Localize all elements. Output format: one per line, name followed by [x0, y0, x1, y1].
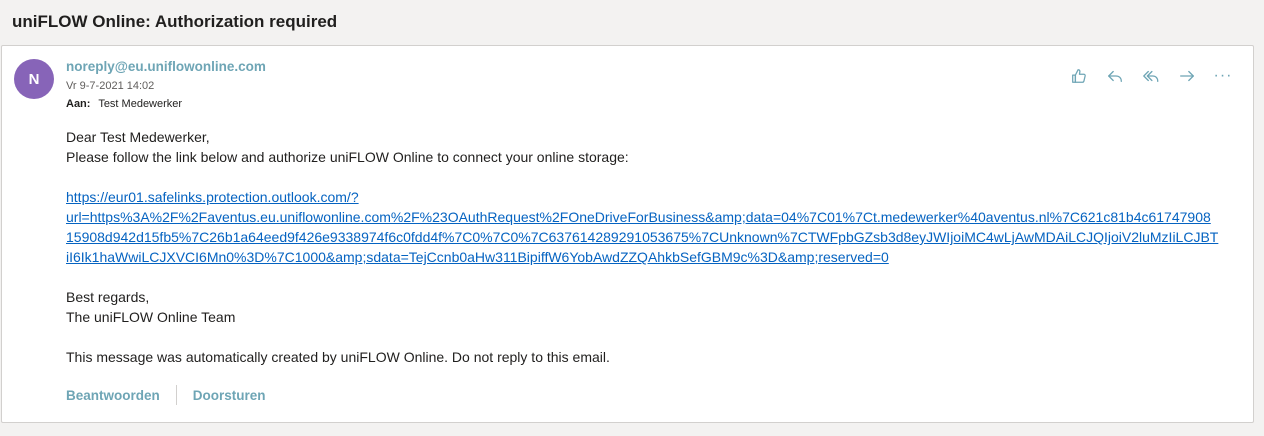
sender-address[interactable]: noreply@eu.uniflowonline.com [66, 59, 266, 74]
greeting-text: Dear Test Medewerker, [66, 129, 210, 145]
thumbs-up-icon[interactable] [1069, 66, 1089, 86]
closing-text: Best regards, [66, 289, 150, 305]
intro-text: Please follow the link below and authori… [66, 149, 629, 165]
notice-text: This message was automatically created b… [66, 349, 610, 365]
link-line: 15908d942d15fb5%7C26b1a64eed9f426e933897… [66, 229, 1219, 245]
reply-all-icon[interactable] [1141, 66, 1161, 86]
sender-avatar[interactable]: N [14, 59, 54, 99]
recipient-label: Aan: [66, 98, 91, 110]
link-line: https://eur01.safelinks.protection.outlo… [66, 189, 359, 205]
message-body: Dear Test Medewerker, Please follow the … [66, 127, 1246, 367]
link-line: iI6Ik1haWwiLCJXVCI6Mn0%3D%7C1000&amp;sda… [66, 249, 889, 265]
authorization-link[interactable]: https://eur01.safelinks.protection.outlo… [66, 189, 1218, 265]
recipient-row: Aan: Test Medewerker [66, 98, 182, 110]
more-icon[interactable]: ··· [1213, 66, 1233, 86]
reply-button[interactable]: Beantwoorden [66, 388, 160, 403]
forward-button[interactable]: Doorsturen [193, 388, 266, 403]
footer-actions: Beantwoorden Doorsturen [66, 385, 266, 405]
reply-icon[interactable] [1105, 66, 1125, 86]
link-line: url=https%3A%2F%2Faventus.eu.uniflowonli… [66, 209, 1211, 225]
message-card: N noreply@eu.uniflowonline.com Vr 9-7-20… [1, 45, 1254, 423]
message-date: Vr 9-7-2021 14:02 [66, 80, 155, 92]
forward-icon[interactable] [1177, 66, 1197, 86]
signature-text: The uniFLOW Online Team [66, 309, 236, 325]
subject-title: uniFLOW Online: Authorization required [12, 12, 338, 31]
footer-divider [175, 385, 177, 405]
recipient-name[interactable]: Test Medewerker [98, 98, 182, 110]
message-actions: ··· [1069, 66, 1233, 86]
